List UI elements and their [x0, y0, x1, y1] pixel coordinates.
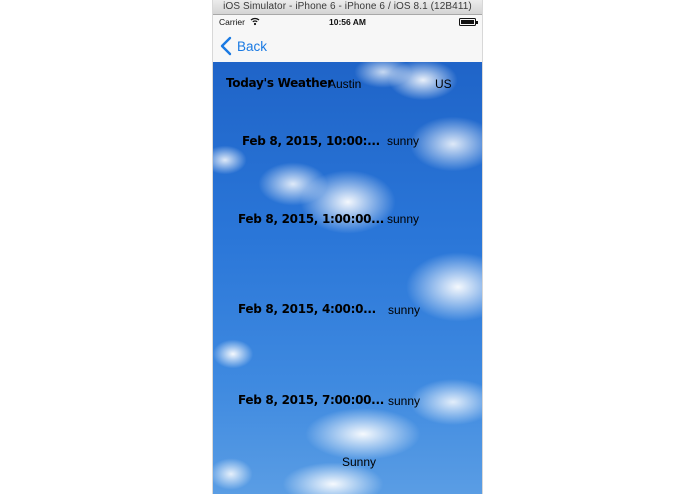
navigation-bar: Back	[213, 29, 482, 63]
forecast-condition: sunny	[388, 303, 421, 317]
forecast-condition: sunny	[388, 394, 421, 408]
chevron-left-icon	[220, 36, 232, 56]
weather-summary: Sunny	[342, 455, 377, 469]
weather-heading: Today's Weather	[226, 76, 333, 90]
battery-icon	[459, 18, 478, 26]
back-button-label: Back	[237, 38, 268, 54]
forecast-time: Feb 8, 2015, 4:00:0...	[238, 302, 376, 316]
forecast-time: Feb 8, 2015, 1:00:00...	[238, 212, 384, 226]
status-bar: Carrier 10:56 AM	[213, 15, 482, 29]
forecast-time: Feb 8, 2015, 10:00:...	[242, 134, 380, 148]
country-label: US	[435, 77, 452, 91]
status-time: 10:56 AM	[328, 17, 366, 27]
simulator-window: iOS Simulator - iPhone 6 - iPhone 6 / iO…	[213, 0, 482, 494]
back-button[interactable]: Back	[219, 35, 267, 57]
city-label: Austin	[328, 77, 362, 91]
forecast-time: Feb 8, 2015, 7:00:00...	[238, 393, 384, 407]
weather-content: Today's Weather Austin US Feb 8, 2015, 1…	[213, 62, 482, 494]
forecast-condition: sunny	[387, 134, 420, 148]
simulator-title-bar: iOS Simulator - iPhone 6 - iPhone 6 / iO…	[213, 0, 482, 15]
forecast-condition: sunny	[387, 212, 420, 226]
